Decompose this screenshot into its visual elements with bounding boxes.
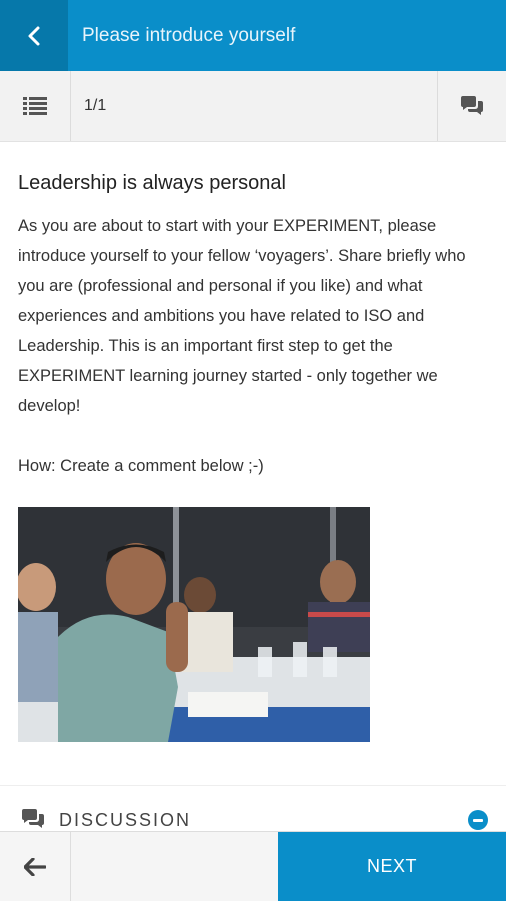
- lesson-photo: [18, 507, 370, 742]
- lesson-toolbar: 1/1: [0, 71, 506, 142]
- next-button[interactable]: NEXT: [278, 832, 506, 901]
- navigation-footer: NEXT: [0, 831, 506, 901]
- page-counter: 1/1: [84, 97, 107, 114]
- comments-icon: [22, 809, 44, 828]
- previous-button[interactable]: [0, 832, 71, 901]
- comments-icon: [461, 96, 483, 115]
- arrow-left-icon: [24, 857, 46, 876]
- lesson-title: Leadership is always personal: [18, 172, 286, 194]
- discussion-label: DISCUSSION: [59, 810, 192, 830]
- app-header: Please introduce yourself: [0, 0, 506, 71]
- lesson-content: Leadership is always personal As you are…: [18, 141, 488, 481]
- discussion-section-header[interactable]: DISCUSSION: [0, 785, 506, 834]
- lesson-instruction-text: How: Create a comment below ;-): [18, 457, 264, 475]
- lesson-list-button[interactable]: [0, 71, 71, 141]
- chevron-left-icon: [28, 26, 40, 45]
- workshop-photo-image: [18, 507, 370, 742]
- minus-circle-icon[interactable]: [468, 810, 488, 830]
- list-icon: [23, 97, 47, 115]
- back-button[interactable]: [0, 0, 68, 71]
- page-title: Please introduce yourself: [82, 25, 296, 46]
- lesson-body-text: As you are about to start with your EXPE…: [18, 217, 466, 415]
- comments-button[interactable]: [437, 71, 506, 141]
